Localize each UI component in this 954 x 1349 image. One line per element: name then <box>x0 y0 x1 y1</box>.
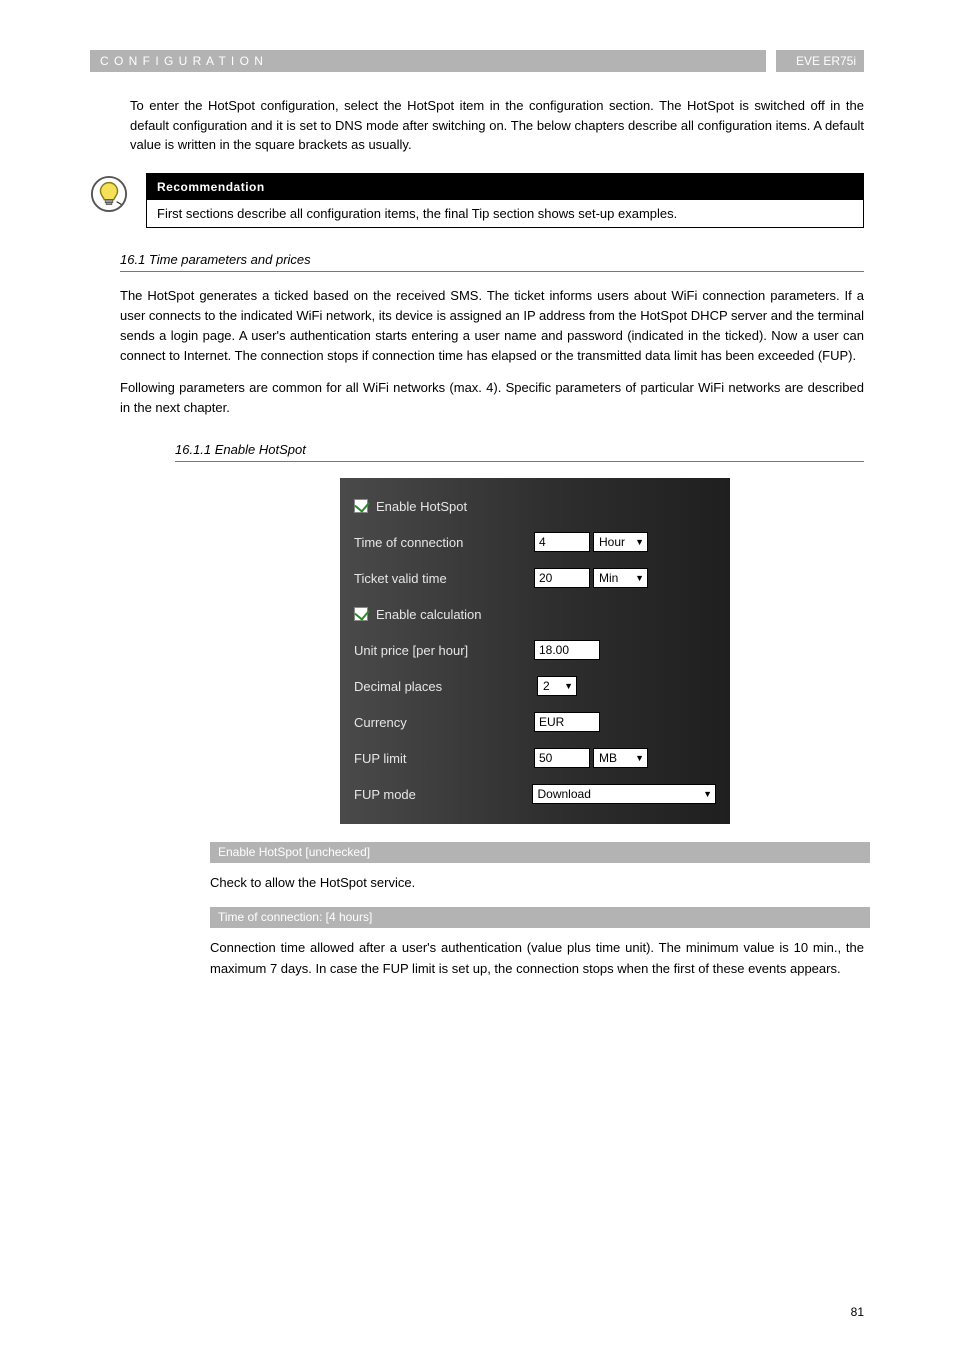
section-heading-16-1: 16.1 Time parameters and prices <box>120 252 864 267</box>
chevron-down-icon: ▼ <box>635 753 644 763</box>
enable-calculation-checkbox[interactable] <box>354 607 368 621</box>
tip-box-header: Recommendation <box>147 174 863 200</box>
unit-price-label: Unit price [per hour] <box>354 643 534 658</box>
tip-lightbulb-icon <box>90 175 128 213</box>
top-bar: C O N F I G U R A T I O N EVE ER75i <box>90 50 864 72</box>
body-paragraph-1: The HotSpot generates a ticked based on … <box>120 286 864 367</box>
chevron-down-icon: ▼ <box>635 573 644 583</box>
ticket-valid-unit-value: Min <box>599 571 618 585</box>
ticket-valid-input[interactable] <box>534 568 590 588</box>
unit-price-input[interactable] <box>534 640 600 660</box>
param-time-of-connection-desc: Connection time allowed after a user's a… <box>210 938 864 978</box>
currency-input[interactable] <box>534 712 600 732</box>
chevron-down-icon: ▼ <box>703 789 712 799</box>
fup-limit-unit-select[interactable]: MB ▼ <box>593 748 648 768</box>
time-of-connection-unit-select[interactable]: Hour ▼ <box>593 532 648 552</box>
fup-mode-label: FUP mode <box>354 787 529 802</box>
enable-hotspot-checkbox[interactable] <box>354 499 368 513</box>
ticket-valid-label: Ticket valid time <box>354 571 534 586</box>
ticket-valid-unit-select[interactable]: Min ▼ <box>593 568 648 588</box>
decimal-places-label: Decimal places <box>354 679 534 694</box>
decimal-places-select[interactable]: 2 ▼ <box>537 676 577 696</box>
body-paragraph-2: Following parameters are common for all … <box>120 378 864 418</box>
tip-box-body: First sections describe all configuratio… <box>147 200 863 227</box>
time-of-connection-label: Time of connection <box>354 535 534 550</box>
sub-section-rule <box>175 461 864 462</box>
sub-heading-16-1-1: 16.1.1 Enable HotSpot <box>175 442 864 457</box>
fup-mode-select[interactable]: Download ▼ <box>532 784 717 804</box>
page-number: 81 <box>851 1305 864 1319</box>
param-time-of-connection-bar: Time of connection: [4 hours] <box>210 907 870 928</box>
hotspot-config-panel: Enable HotSpot Time of connection Hour ▼… <box>340 478 730 824</box>
enable-hotspot-label: Enable HotSpot <box>376 499 467 514</box>
fup-mode-value: Download <box>538 787 591 801</box>
chevron-down-icon: ▼ <box>564 681 573 691</box>
currency-label: Currency <box>354 715 534 730</box>
decimal-places-value: 2 <box>543 679 550 693</box>
chevron-down-icon: ▼ <box>635 537 644 547</box>
time-of-connection-unit-value: Hour <box>599 535 625 549</box>
param-enable-hotspot-bar: Enable HotSpot [unchecked] <box>210 842 870 863</box>
tip-box: Recommendation First sections describe a… <box>146 173 864 228</box>
fup-limit-unit-value: MB <box>599 751 617 765</box>
section-rule <box>120 271 864 272</box>
fup-limit-label: FUP limit <box>354 751 534 766</box>
param-enable-hotspot-desc: Check to allow the HotSpot service. <box>210 873 864 893</box>
intro-paragraph: To enter the HotSpot configuration, sele… <box>130 96 864 155</box>
time-of-connection-input[interactable] <box>534 532 590 552</box>
section-title-bar: C O N F I G U R A T I O N <box>90 50 766 72</box>
model-bar: EVE ER75i <box>776 50 864 72</box>
fup-limit-input[interactable] <box>534 748 590 768</box>
enable-calculation-label: Enable calculation <box>376 607 482 622</box>
